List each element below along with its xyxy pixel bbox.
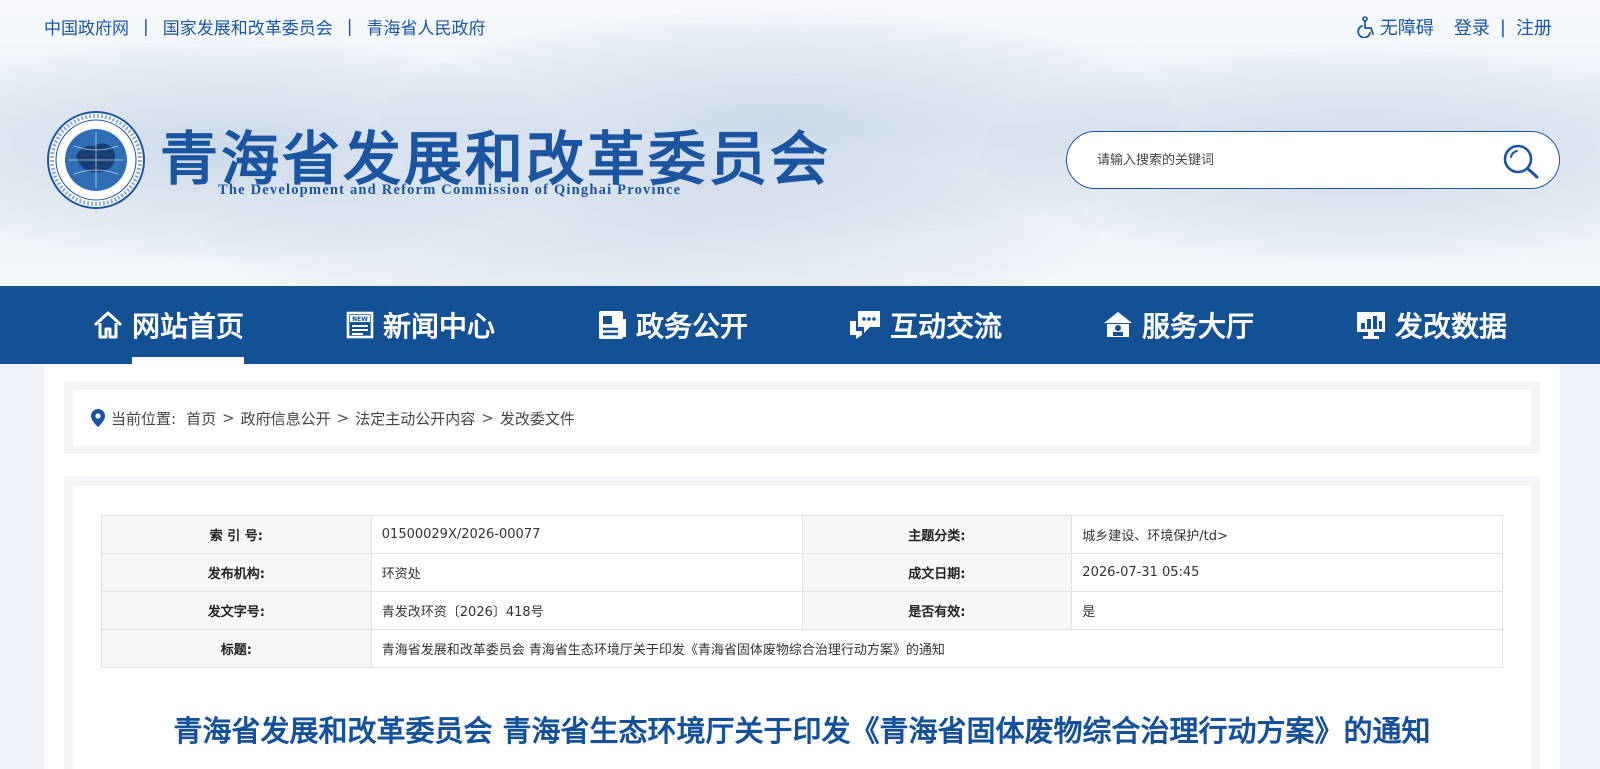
- user-links: 无障碍 登录 | 注册: [1357, 14, 1552, 40]
- separator: |: [1499, 16, 1506, 38]
- site-header: 中国政府网 | 国家发展和改革委员会 | 青海省人民政府 无障碍 登录 | 注册…: [0, 0, 1600, 286]
- search-box: [1066, 131, 1560, 189]
- main-content: 当前位置: 首页 > 政府信息公开 > 法定主动公开内容 > 发改委文件 索 引…: [44, 364, 1560, 769]
- nav-item-label: 政务公开: [636, 310, 749, 343]
- title-label: 标题:: [101, 629, 372, 668]
- topic-label: 主题分类:: [801, 515, 1073, 554]
- doc-no-label: 发文字号:: [101, 591, 372, 630]
- table-row: 发文字号: 青发改环资〔2026〕418号 是否有效: 是: [101, 591, 1503, 630]
- svg-text:NEW: NEW: [352, 316, 368, 323]
- nav-item-label: 新闻中心: [383, 310, 496, 343]
- home-icon: [94, 311, 122, 339]
- breadcrumb-docs[interactable]: 发改委文件: [500, 408, 575, 429]
- site-subtitle: The Development and Reform Commission of…: [218, 182, 682, 198]
- nav-item-label: 发改数据: [1395, 310, 1508, 343]
- index-no-value: 01500029X/2026-00077: [370, 515, 803, 554]
- valid-value: 是: [1071, 591, 1503, 630]
- search-icon[interactable]: [1501, 142, 1541, 180]
- search-input[interactable]: [1097, 152, 1477, 168]
- nav-item-interaction[interactable]: 互动交流: [848, 286, 1002, 364]
- publisher-value: 环资处: [370, 553, 803, 592]
- chat-icon: [850, 311, 880, 339]
- separator: |: [143, 16, 149, 37]
- nav-item-government-affairs[interactable]: 政务公开: [596, 286, 748, 364]
- table-row: 标题: 青海省发展和改革委员会 青海省生态环境厅关于印发《青海省固体废物综合治理…: [101, 629, 1504, 668]
- breadcrumb-separator: >: [222, 409, 235, 427]
- document-icon: [599, 311, 626, 339]
- separator: |: [346, 16, 353, 37]
- link-qinghai-gov[interactable]: 青海省人民政府: [366, 14, 485, 39]
- active-indicator: [132, 357, 245, 364]
- publisher-label: 发布机构:: [101, 553, 372, 592]
- nav-item-label: 网站首页: [132, 310, 245, 343]
- breadcrumb-separator: >: [336, 409, 350, 427]
- breadcrumb-container: 当前位置: 首页 > 政府信息公开 > 法定主动公开内容 > 发改委文件: [64, 382, 1540, 454]
- data-chart-icon: [1357, 312, 1385, 339]
- nav-item-data[interactable]: 发改数据: [1355, 286, 1507, 364]
- article-container: 索 引 号: 01500029X/2026-00077 主题分类: 城乡建设、环…: [64, 477, 1540, 769]
- topic-value: 城乡建设、环境保护/td>: [1071, 515, 1503, 554]
- breadcrumb-home[interactable]: 首页: [186, 408, 216, 429]
- breadcrumb-separator: >: [481, 409, 494, 427]
- link-ndrc[interactable]: 国家发展和改革委员会: [163, 14, 333, 39]
- breadcrumb-statutory[interactable]: 法定主动公开内容: [355, 408, 475, 429]
- table-row: 索 引 号: 01500029X/2026-00077 主题分类: 城乡建设、环…: [101, 515, 1503, 554]
- document-meta-table: 索 引 号: 01500029X/2026-00077 主题分类: 城乡建设、环…: [101, 515, 1504, 668]
- external-links: 中国政府网 | 国家发展和改革委员会 | 青海省人民政府: [44, 14, 485, 40]
- nav-item-home[interactable]: 网站首页: [92, 286, 245, 364]
- date-value: 2026-07-31 05:45: [1071, 553, 1503, 592]
- link-gov-cn[interactable]: 中国政府网: [44, 14, 129, 39]
- login-link[interactable]: 登录: [1454, 14, 1490, 40]
- accessibility-link[interactable]: 无障碍: [1357, 14, 1434, 40]
- nav-item-news[interactable]: NEW 新闻中心: [345, 286, 495, 364]
- breadcrumb-label: 当前位置:: [111, 409, 177, 428]
- breadcrumb: 当前位置: 首页 > 政府信息公开 > 法定主动公开内容 > 发改委文件: [73, 390, 1531, 446]
- table-row: 发布机构: 环资处 成文日期: 2026-07-31 05:45: [101, 553, 1503, 592]
- wheelchair-icon: [1357, 16, 1374, 38]
- article-body: 索 引 号: 01500029X/2026-00077 主题分类: 城乡建设、环…: [73, 486, 1531, 769]
- title-value: 青海省发展和改革委员会 青海省生态环境厅关于印发《青海省固体废物综合治理行动方案…: [370, 629, 1504, 668]
- valid-label: 是否有效:: [801, 591, 1073, 630]
- news-icon: NEW: [346, 311, 374, 339]
- date-label: 成文日期:: [801, 553, 1073, 592]
- index-no-label: 索 引 号:: [101, 515, 372, 554]
- breadcrumb-gov-info[interactable]: 政府信息公开: [241, 408, 331, 429]
- accessibility-label: 无障碍: [1379, 18, 1434, 39]
- main-nav: 网站首页 NEW 新闻中心 政务公开 互动交流 服务大厅 发改数据: [0, 286, 1600, 364]
- nav-item-label: 服务大厅: [1142, 310, 1255, 343]
- document-title: 青海省发展和改革委员会 青海省生态环境厅关于印发《青海省固体废物综合治理行动方案…: [173, 714, 1431, 748]
- nav-item-service-hall[interactable]: 服务大厅: [1102, 286, 1254, 364]
- commission-emblem-logo[interactable]: [46, 110, 146, 210]
- register-link[interactable]: 注册: [1516, 14, 1552, 40]
- nav-item-label: 互动交流: [890, 310, 1003, 343]
- doc-no-value: 青发改环资〔2026〕418号: [370, 591, 803, 630]
- service-hall-icon: [1104, 312, 1132, 337]
- location-pin-icon: [91, 409, 105, 427]
